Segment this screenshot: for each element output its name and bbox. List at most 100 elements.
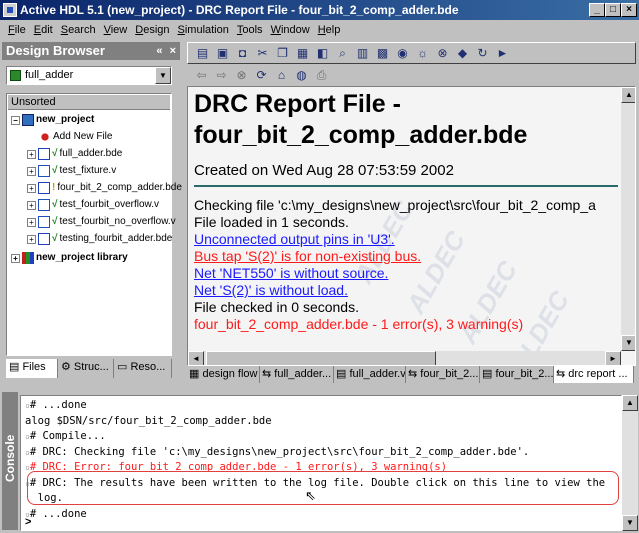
- report-divider: [194, 185, 618, 187]
- tree-item-file[interactable]: + ! four_bit_2_comp_adder.bde: [27, 180, 182, 196]
- app-icon[interactable]: [3, 3, 17, 17]
- main-toolbar: ▤ ▣ ◘ ✂ ❐ ▦ ◧ ⌕ ▥ ▩ ◉ ☼ ⊗ ◆ ↻ ►: [187, 42, 636, 64]
- tab-design-flow[interactable]: ▦ design flow: [187, 366, 260, 383]
- lightbulb-icon[interactable]: ☼: [414, 45, 431, 62]
- expand-icon[interactable]: +: [27, 166, 36, 176]
- minimize-button[interactable]: _: [589, 3, 605, 17]
- console-vertical-scrollbar[interactable]: ▲ ▼: [622, 395, 638, 531]
- new-icon[interactable]: ▤: [194, 45, 211, 62]
- copy-icon[interactable]: ❐: [274, 45, 291, 62]
- design-icon: [10, 70, 21, 81]
- tree-item-file[interactable]: + √ full_adder.bde: [27, 146, 122, 162]
- report-vertical-scrollbar[interactable]: ▲ ▼: [621, 87, 635, 351]
- report-line[interactable]: Net 'NET550' is without source.: [194, 265, 388, 282]
- step-icon[interactable]: ↻: [474, 45, 491, 62]
- tree-item-file[interactable]: + √ test_fixture.v: [27, 163, 116, 179]
- design-dropdown[interactable]: full_adder ▼: [6, 66, 172, 85]
- tab-structure[interactable]: ⚙ Struc...: [58, 359, 114, 378]
- forward-icon[interactable]: ⇨: [213, 67, 230, 84]
- menu-design[interactable]: Design: [131, 24, 173, 36]
- browser-tabs: ▤ Files ⚙ Struc... ▭ Reso...: [6, 359, 172, 378]
- tab-four-bit-2[interactable]: ▤ four_bit_2...: [480, 366, 554, 383]
- console-prompt[interactable]: >: [25, 516, 31, 528]
- menu-simulation[interactable]: Simulation: [174, 24, 233, 36]
- library-icon[interactable]: ▥: [354, 45, 371, 62]
- grid-icon[interactable]: ▩: [374, 45, 391, 62]
- menu-window[interactable]: Window: [267, 24, 314, 36]
- run-icon[interactable]: ►: [494, 45, 511, 62]
- stop-icon[interactable]: ⊗: [233, 67, 250, 84]
- scroll-up-icon[interactable]: ▲: [622, 395, 638, 411]
- design-dropdown-value: full_adder: [25, 69, 74, 81]
- tree-item-file[interactable]: + √ test_fourbit_no_overflow.v: [27, 214, 176, 230]
- maximize-button[interactable]: □: [605, 3, 621, 17]
- tree-item-file[interactable]: + √ test_fourbit_overflow.v: [27, 197, 159, 213]
- refresh-icon[interactable]: ⟳: [253, 67, 270, 84]
- console-output[interactable]: # ...donealog $DSN/src/four_bit_2_comp_a…: [20, 395, 622, 531]
- tree-item-file[interactable]: + √ testing_fourbit_adder.bde: [27, 231, 172, 247]
- stop-icon[interactable]: ⊗: [434, 45, 451, 62]
- tab-full-adder-bde[interactable]: ⇆ full_adder...: [260, 366, 334, 383]
- tree-item-add-file[interactable]: Add New File: [39, 129, 112, 145]
- menu-bar: File Edit Search View Design Simulation …: [0, 20, 639, 39]
- back-icon[interactable]: ⇦: [193, 67, 210, 84]
- report-title: DRC Report File - four_bit_2_comp_adder.…: [194, 90, 528, 149]
- open-icon[interactable]: ▣: [214, 45, 231, 62]
- expand-icon[interactable]: +: [27, 149, 36, 159]
- home-icon[interactable]: ⌂: [273, 67, 290, 84]
- chevron-down-icon[interactable]: ▼: [155, 67, 171, 84]
- tab-four-bit-1[interactable]: ⇆ four_bit_2...: [406, 366, 480, 383]
- scroll-right-icon[interactable]: ►: [605, 351, 621, 365]
- menu-edit[interactable]: Edit: [30, 24, 57, 36]
- console-line[interactable]: # DRC: Checking file 'c:\my_designs\new_…: [25, 445, 529, 460]
- tree-item-library[interactable]: + new_project library: [11, 250, 128, 266]
- search-icon[interactable]: ⌕: [334, 45, 351, 62]
- report-line: Checking file 'c:\my_designs\new_project…: [194, 197, 596, 213]
- close-button[interactable]: ×: [621, 3, 637, 17]
- print-icon[interactable]: ⎙: [313, 67, 330, 84]
- panel-controls[interactable]: « ×: [156, 42, 178, 60]
- menu-tools[interactable]: Tools: [233, 24, 267, 36]
- tab-resources[interactable]: ▭ Reso...: [114, 359, 172, 378]
- expand-icon[interactable]: +: [11, 253, 20, 263]
- console-line[interactable]: # Compile...: [25, 429, 106, 444]
- compile-icon[interactable]: ◧: [314, 45, 331, 62]
- report-horizontal-scrollbar[interactable]: ◄ ►: [188, 351, 621, 365]
- expand-icon[interactable]: +: [27, 200, 36, 210]
- report-line: File loaded in 1 seconds.: [194, 214, 349, 230]
- menu-file[interactable]: File: [4, 24, 30, 36]
- expand-icon[interactable]: +: [27, 183, 36, 193]
- tab-drc-report[interactable]: ⇆ drc report ...: [554, 366, 634, 383]
- scroll-left-icon[interactable]: ◄: [188, 351, 204, 365]
- highlight-annotation: [27, 471, 619, 505]
- report-line[interactable]: Unconnected output pins in 'U3'.: [194, 231, 395, 248]
- scroll-up-icon[interactable]: ▲: [621, 87, 635, 103]
- breakpoint-icon[interactable]: ◆: [454, 45, 471, 62]
- cut-icon[interactable]: ✂: [254, 45, 271, 62]
- tab-full-adder-v[interactable]: ▤ full_adder.v: [334, 366, 406, 383]
- console-line[interactable]: # ...done: [25, 507, 87, 522]
- save-icon[interactable]: ◘: [234, 45, 251, 62]
- menu-search[interactable]: Search: [57, 24, 100, 36]
- console-line[interactable]: # ...done: [25, 398, 87, 413]
- tab-files[interactable]: ▤ Files: [6, 359, 58, 378]
- scroll-down-icon[interactable]: ▼: [621, 335, 635, 351]
- tip-icon[interactable]: ◉: [394, 45, 411, 62]
- scroll-down-icon[interactable]: ▼: [622, 515, 638, 531]
- tree-item-project[interactable]: − new_project: [11, 112, 94, 128]
- menu-view[interactable]: View: [100, 24, 132, 36]
- menu-help[interactable]: Help: [314, 24, 345, 36]
- library-icon: [22, 252, 34, 264]
- collapse-icon[interactable]: −: [11, 115, 20, 125]
- console-line[interactable]: alog $DSN/src/four_bit_2_comp_adder.bde: [25, 414, 272, 429]
- report-line[interactable]: Bus tap 'S(2)' is for non-existing bus.: [194, 248, 421, 265]
- check-icon: √: [52, 199, 58, 210]
- expand-icon[interactable]: +: [27, 234, 36, 244]
- add-file-icon: [39, 131, 51, 143]
- paste-icon[interactable]: ▦: [294, 45, 311, 62]
- globe-icon[interactable]: ◍: [293, 67, 310, 84]
- tree-sort-header[interactable]: Unsorted: [8, 95, 170, 110]
- scroll-thumb[interactable]: [206, 351, 436, 365]
- expand-icon[interactable]: +: [27, 217, 36, 227]
- report-line[interactable]: Net 'S(2)' is without load.: [194, 282, 348, 299]
